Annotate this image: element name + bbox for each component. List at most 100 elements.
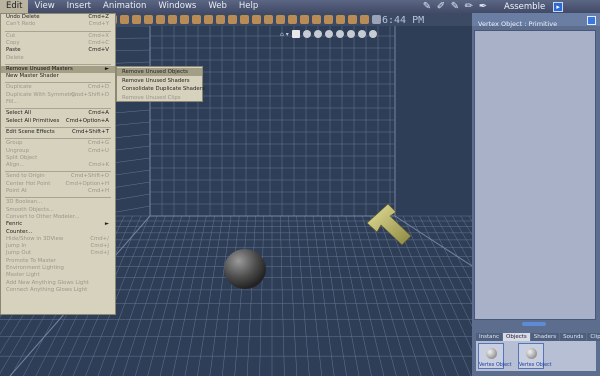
browser-tabs: Instanc Objects Shaders Sounds Clips <box>476 333 600 341</box>
tab-clips[interactable]: Clips <box>587 333 600 341</box>
lens-icon[interactable] <box>346 30 355 38</box>
edit-menu-item[interactable]: Paste Cmd+V <box>1 47 115 54</box>
sphere-shade-icon[interactable] <box>302 30 311 38</box>
edit-menu-item: Jump In Cmd+J <box>1 243 115 250</box>
menu-item-label: Master Light <box>6 272 40 279</box>
edit-menu-item: Send to Origin Cmd+Shift+O <box>1 173 115 180</box>
edit-menu-item[interactable]: New Master Shader <box>1 73 115 80</box>
menu-item-label: Duplicate With Symmetry... <box>6 91 80 98</box>
record-tool-icon[interactable] <box>360 15 369 24</box>
menu-separator <box>5 171 111 173</box>
grey-ball-icon[interactable] <box>368 30 377 38</box>
tree-tool-icon[interactable] <box>276 15 285 24</box>
menu-item-shortcut: Cmd+Shift+D <box>71 91 109 98</box>
menu-separator <box>5 63 111 65</box>
camera-tool-icon[interactable] <box>240 15 249 24</box>
menu-item-shortcut: Cmd+A <box>88 110 109 117</box>
tab-objects[interactable]: Objects <box>503 333 530 341</box>
rotate-tool-icon[interactable] <box>132 15 141 24</box>
menu-edit[interactable]: Edit <box>0 0 29 13</box>
shade-ball-icon[interactable] <box>357 30 366 38</box>
pen-icon[interactable]: ✐ <box>434 1 448 13</box>
glow-tool-icon[interactable] <box>348 15 357 24</box>
light-icon[interactable] <box>324 30 333 38</box>
edit-menu-item: Add New Anything Glows Light <box>1 280 115 287</box>
menu-separator <box>5 30 111 32</box>
scale-tool-icon[interactable] <box>144 15 153 24</box>
edit-menu-item: Point At Cmd+H <box>1 188 115 195</box>
path-tool-icon[interactable] <box>324 15 333 24</box>
sphere-icon <box>526 348 537 359</box>
feather-icon[interactable]: ✎ <box>420 1 434 13</box>
properties-area <box>474 30 596 320</box>
edit-menu-item[interactable]: Select All Primitives Cmd+Option+A <box>1 118 115 125</box>
submenu-item: Remove Unused Clips <box>122 94 181 101</box>
menu-windows[interactable]: Windows <box>152 0 202 13</box>
menu-item-label: Send to Origin <box>6 173 45 180</box>
render-icon[interactable] <box>313 30 322 38</box>
edit-menu-item[interactable]: Fenric ► <box>1 221 115 228</box>
submenu-item[interactable]: Remove Unused Shaders <box>117 77 202 85</box>
menu-item-label: Delete <box>6 54 24 61</box>
menu-item-label: Hide/Show in 3DView <box>6 235 64 242</box>
viewport-mode-label: ⌂ ▾ <box>280 30 289 38</box>
room-menu-button[interactable]: ▸ <box>553 1 564 12</box>
panel-resize-handle[interactable] <box>522 322 546 326</box>
edit-menu-item: Environment Lighting <box>1 265 115 272</box>
arrow-object[interactable] <box>366 203 412 246</box>
object-thumbnail[interactable]: Vertex Object <box>478 343 512 369</box>
edit-menu-item[interactable]: Edit Scene Effects Cmd+Shift+T <box>1 129 115 136</box>
tab-sounds[interactable]: Sounds <box>560 333 587 341</box>
sphere-object[interactable] <box>224 249 266 289</box>
landscape-tool-icon[interactable] <box>264 15 273 24</box>
edit-menu-item[interactable]: Remove Unused Masters ► <box>1 65 115 73</box>
panel-toggle-button[interactable] <box>587 16 596 25</box>
menu-item-label: Group <box>6 140 23 147</box>
cone-tool-icon[interactable] <box>192 15 201 24</box>
menu-separator <box>5 138 111 140</box>
pencil-icon[interactable]: ✏ <box>462 1 476 13</box>
network-tool-icon[interactable] <box>336 15 345 24</box>
tab-instances[interactable]: Instanc <box>476 333 503 341</box>
edit-menu-item: Duplicate With Symmetry... Cmd+Shift+D <box>1 92 115 99</box>
edit-menu-item[interactable]: Undo Delete Cmd+Z <box>1 14 115 21</box>
quill-icon[interactable]: ✒ <box>476 1 490 13</box>
shader-tool-icon[interactable] <box>252 15 261 24</box>
checker-icon[interactable] <box>291 30 300 38</box>
menu-item-label: Select All <box>6 110 32 117</box>
edit-menu-item: Can't Redo Cmd+Y <box>1 21 115 28</box>
submenu-item[interactable]: Remove Unused Objects <box>117 68 202 76</box>
edit-menu-item[interactable]: Counter... <box>1 229 115 236</box>
cloud-tool-icon[interactable] <box>312 15 321 24</box>
cube-tool-icon[interactable] <box>156 15 165 24</box>
brush-icon[interactable]: ✎ <box>448 1 462 13</box>
cylinder-tool-icon[interactable] <box>180 15 189 24</box>
tab-shaders[interactable]: Shaders <box>530 333 560 341</box>
light-tool-icon[interactable] <box>228 15 237 24</box>
menu-view[interactable]: View <box>28 0 60 13</box>
sphere-tool-icon[interactable] <box>168 15 177 24</box>
menu-item-shortcut: Cmd+Shift+O <box>71 173 109 180</box>
object-thumbnail[interactable]: Vertex Object <box>518 343 552 369</box>
menu-web[interactable]: Web <box>202 0 233 13</box>
edit-menu-item[interactable]: Select All Cmd+A <box>1 110 115 117</box>
menu-item-label: Connect Anything Glows Light <box>6 286 88 293</box>
water-tool-icon[interactable] <box>300 15 309 24</box>
link-tool-icon[interactable] <box>372 15 381 24</box>
text-tool-icon[interactable] <box>120 15 129 24</box>
menu-item-label: Align... <box>6 162 25 169</box>
plane-tool-icon[interactable] <box>216 15 225 24</box>
edit-menu-item: Jump Out Cmd+J <box>1 250 115 257</box>
torus-tool-icon[interactable] <box>204 15 213 24</box>
menu-item-shortcut: Cmd+K <box>88 162 110 169</box>
camera-icon[interactable] <box>335 30 344 38</box>
object-label: Vertex Object <box>519 363 552 368</box>
rock-tool-icon[interactable] <box>288 15 297 24</box>
menu-separator <box>5 197 111 199</box>
menu-help[interactable]: Help <box>233 0 264 13</box>
menu-insert[interactable]: Insert <box>61 0 97 13</box>
panel-title: Vertex Object : Primitive <box>478 20 558 28</box>
menu-item-label: Jump In <box>6 243 27 250</box>
menu-animation[interactable]: Animation <box>97 0 152 13</box>
submenu-item[interactable]: Consolidate Duplicate Shaders <box>117 85 205 93</box>
